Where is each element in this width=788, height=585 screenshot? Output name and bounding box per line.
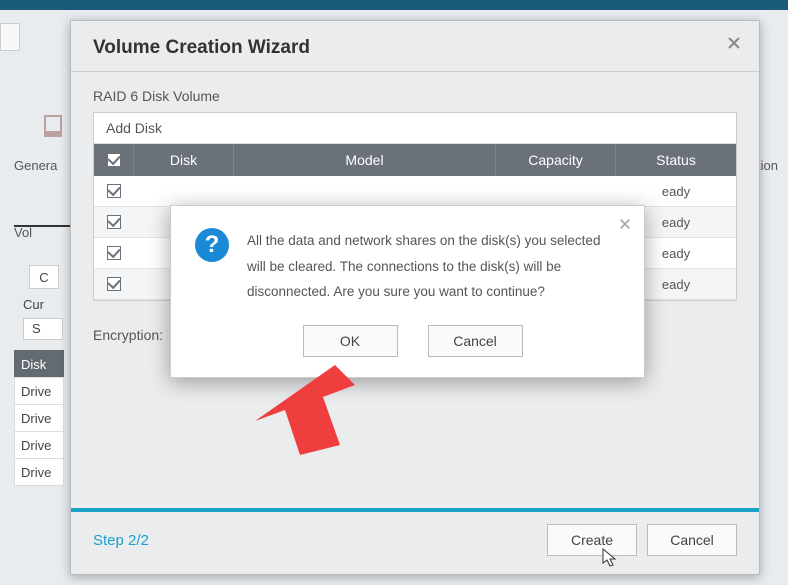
bg-disk-header: Disk bbox=[14, 350, 64, 378]
add-disk-label: Add Disk bbox=[94, 113, 736, 144]
row-checkbox[interactable] bbox=[107, 215, 121, 229]
header-checkbox-cell[interactable] bbox=[94, 144, 134, 176]
header-status: Status bbox=[616, 144, 736, 176]
confirm-close-icon[interactable] bbox=[618, 216, 632, 234]
ok-button[interactable]: OK bbox=[303, 325, 398, 357]
header-disk: Disk bbox=[134, 144, 234, 176]
row-status: eady bbox=[616, 184, 736, 199]
row-checkbox[interactable] bbox=[107, 184, 121, 198]
bg-drive-row: Drive bbox=[14, 431, 64, 459]
wizard-close-icon[interactable] bbox=[725, 35, 743, 53]
row-checkbox[interactable] bbox=[107, 246, 121, 260]
select-all-checkbox[interactable] bbox=[107, 153, 121, 167]
bg-vol-label: Vol bbox=[14, 225, 64, 240]
bg-cur-label: Cur bbox=[23, 297, 44, 312]
table-header: Disk Model Capacity Status bbox=[94, 144, 736, 176]
header-model: Model bbox=[234, 144, 496, 176]
confirm-message: All the data and network shares on the d… bbox=[247, 228, 620, 305]
bg-drive-row: Drive bbox=[14, 404, 64, 432]
header-capacity: Capacity bbox=[496, 144, 616, 176]
bg-general-label: Genera bbox=[14, 158, 64, 173]
bg-drive-row: Drive bbox=[14, 377, 64, 405]
bg-drive-row: Drive bbox=[14, 458, 64, 486]
confirm-cancel-button[interactable]: Cancel bbox=[428, 325, 523, 357]
create-button[interactable]: Create bbox=[547, 524, 637, 556]
bg-s-button: S bbox=[23, 318, 63, 340]
step-indicator: Step 2/2 bbox=[93, 532, 149, 549]
bg-toolbar-button bbox=[0, 23, 20, 51]
app-titlebar bbox=[0, 0, 788, 10]
bg-c-button: C bbox=[29, 265, 59, 289]
bg-general-tab: Genera Vol bbox=[14, 130, 64, 240]
confirm-dialog: ? All the data and network shares on the… bbox=[170, 205, 645, 378]
wizard-cancel-button[interactable]: Cancel bbox=[647, 524, 737, 556]
bg-drive-list: Disk Drive Drive Drive Drive bbox=[14, 351, 64, 486]
table-row[interactable]: eady bbox=[94, 176, 736, 207]
wizard-header: Volume Creation Wizard bbox=[71, 21, 759, 72]
wizard-title: Volume Creation Wizard bbox=[93, 37, 737, 59]
wizard-footer: Step 2/2 Create Cancel bbox=[71, 508, 759, 574]
question-icon: ? bbox=[195, 228, 229, 262]
row-checkbox[interactable] bbox=[107, 277, 121, 291]
volume-type-label: RAID 6 Disk Volume bbox=[93, 88, 737, 104]
